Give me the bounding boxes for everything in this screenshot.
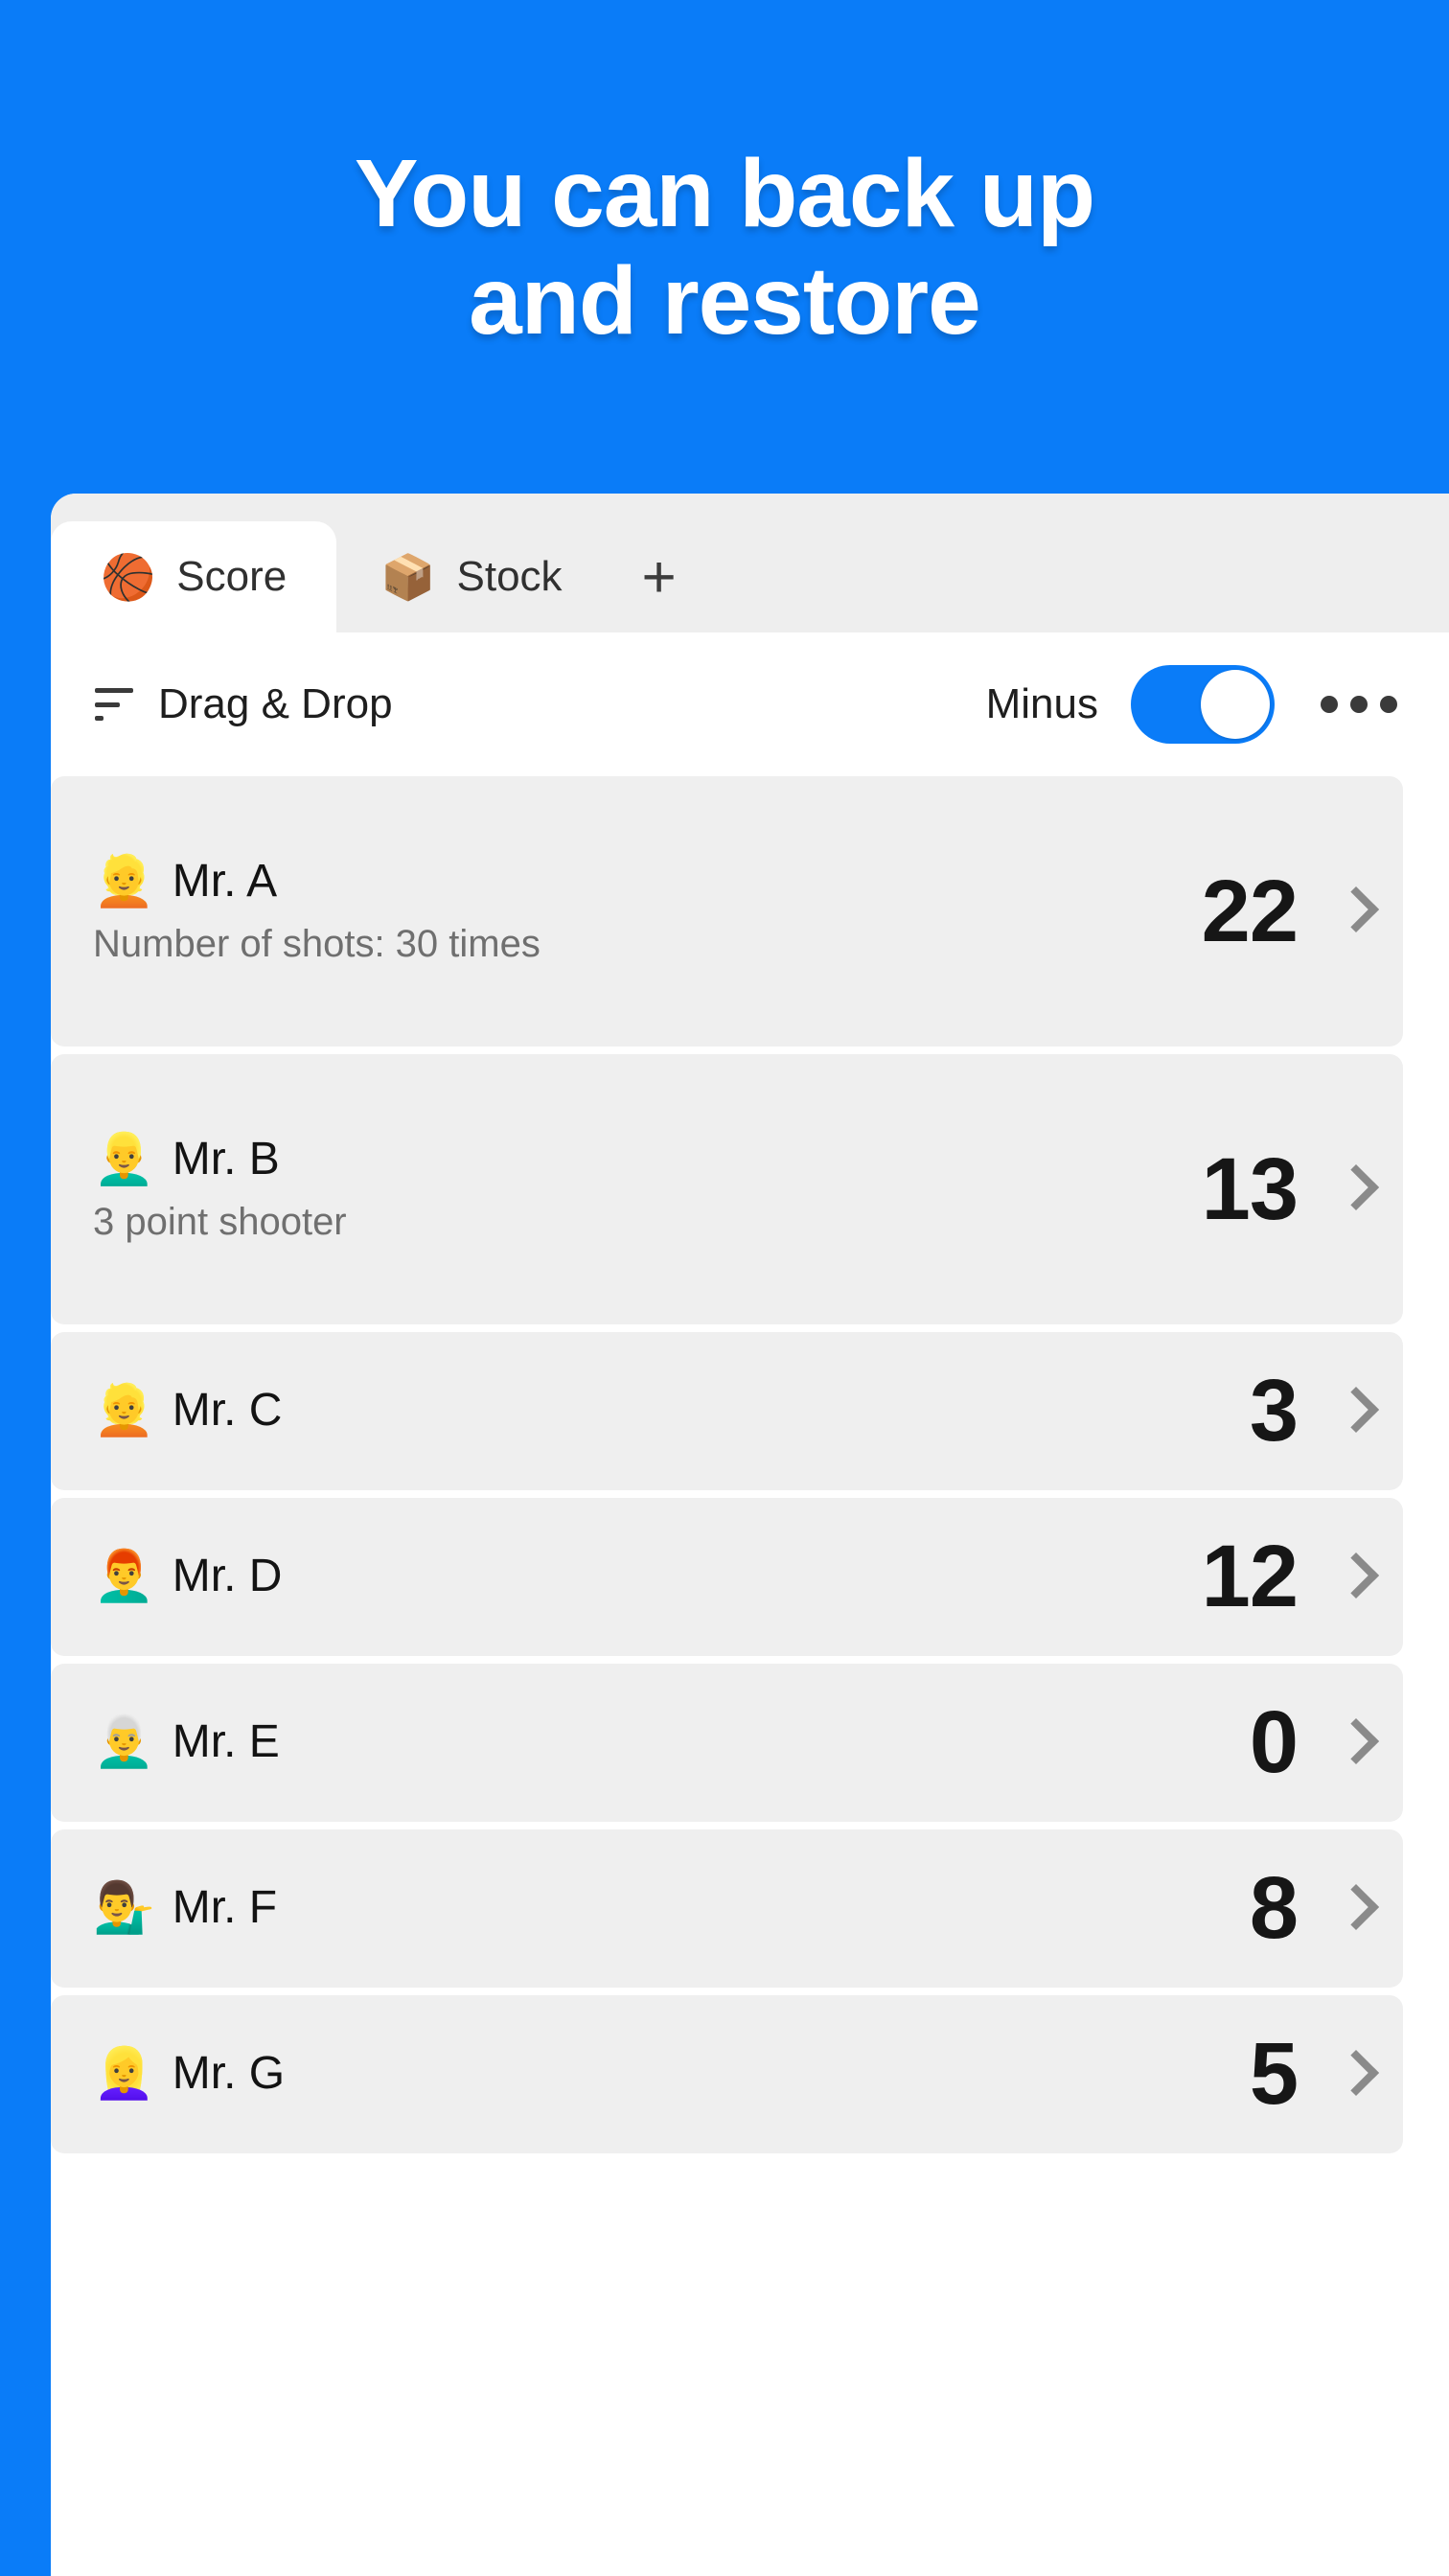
row-name: Mr. E xyxy=(172,1716,280,1768)
row-main: 👨‍🦰 Mr. D xyxy=(93,1527,1202,1627)
row-name: Mr. A xyxy=(172,856,278,908)
screenshot-root: You can back up and restore 🏀 Score 📦 St… xyxy=(0,0,1449,2576)
table-row[interactable]: 👨‍🦰 Mr. D 12 xyxy=(51,1498,1403,1656)
person-blond-hair-emoji: 👱 xyxy=(93,854,155,910)
package-emoji: 📦 xyxy=(380,552,436,602)
sort-icon[interactable] xyxy=(95,688,133,721)
row-score: 3 xyxy=(1249,1362,1299,1460)
man-tipping-hand-emoji: 💁‍♂️ xyxy=(93,1880,155,1937)
row-name: Mr. B xyxy=(172,1134,280,1185)
minus-toggle-knob xyxy=(1201,670,1270,739)
row-score: 8 xyxy=(1249,1859,1299,1957)
table-row[interactable]: 👨‍🦳 Mr. E 0 xyxy=(51,1664,1403,1822)
row-title: 👨‍🦳 Mr. E xyxy=(93,1714,1250,1771)
row-main: 👱 Mr. A Number of shots: 30 times xyxy=(93,832,1202,991)
add-tab-button[interactable]: + xyxy=(607,521,712,632)
row-title: 👱‍♂️ Mr. B xyxy=(93,1132,1202,1188)
chevron-right-icon[interactable] xyxy=(1338,1386,1367,1438)
row-main: 👱‍♂️ Mr. B 3 point shooter xyxy=(93,1110,1202,1269)
more-options-icon[interactable] xyxy=(1315,686,1403,723)
table-row[interactable]: 👱‍♂️ Mr. B 3 point shooter 13 xyxy=(51,1054,1403,1324)
row-score: 12 xyxy=(1201,1528,1299,1625)
row-title: 👱 Mr. C xyxy=(93,1383,1250,1439)
table-row[interactable]: 👱‍♀️ Mr. G 5 xyxy=(51,1995,1403,2153)
tab-strip: 🏀 Score 📦 Stock + xyxy=(51,494,1449,632)
minus-toggle[interactable] xyxy=(1131,665,1275,744)
basketball-emoji: 🏀 xyxy=(101,552,156,602)
row-subtitle: Number of shots: 30 times xyxy=(93,922,540,965)
row-name: Mr. D xyxy=(172,1551,283,1602)
list-toolbar: Drag & Drop Minus xyxy=(51,632,1449,776)
row-name: Mr. F xyxy=(172,1882,278,1934)
table-row[interactable]: 💁‍♂️ Mr. F 8 xyxy=(51,1829,1403,1988)
tab-score[interactable]: 🏀 Score xyxy=(51,521,337,632)
chevron-right-icon[interactable] xyxy=(1338,1717,1367,1769)
row-title: 👱 Mr. A xyxy=(93,854,1202,910)
minus-label: Minus xyxy=(985,680,1098,727)
table-row[interactable]: 👱 Mr. C 3 xyxy=(51,1332,1403,1490)
man-red-hair-emoji: 👨‍🦰 xyxy=(93,1549,155,1605)
chevron-right-icon[interactable] xyxy=(1338,1552,1367,1603)
row-score: 13 xyxy=(1201,1139,1299,1238)
tab-stock[interactable]: 📦 Stock xyxy=(336,521,606,632)
man-curly-blond-hair-emoji: 👱‍♂️ xyxy=(93,1132,155,1188)
row-score: 0 xyxy=(1249,1693,1299,1791)
app-window: 🏀 Score 📦 Stock + Drag & Drop Minus 👱 Mr… xyxy=(51,494,1449,2576)
table-row[interactable]: 👱 Mr. A Number of shots: 30 times 22 xyxy=(51,776,1403,1046)
woman-blond-hair-emoji: 👱‍♀️ xyxy=(93,2046,155,2103)
row-main: 💁‍♂️ Mr. F xyxy=(93,1858,1250,1959)
row-title: 👱‍♀️ Mr. G xyxy=(93,2046,1250,2103)
promo-headline: You can back up and restore xyxy=(354,139,1095,355)
person-blond-hair-emoji: 👱 xyxy=(93,1383,155,1439)
row-subtitle: 3 point shooter xyxy=(93,1200,347,1243)
man-white-hair-emoji: 👨‍🦳 xyxy=(93,1714,155,1771)
chevron-right-icon[interactable] xyxy=(1338,1163,1367,1215)
row-title: 💁‍♂️ Mr. F xyxy=(93,1880,1250,1937)
promo-banner: You can back up and restore xyxy=(0,0,1449,494)
row-title: 👨‍🦰 Mr. D xyxy=(93,1549,1202,1605)
row-name: Mr. G xyxy=(172,2048,286,2100)
chevron-right-icon[interactable] xyxy=(1338,886,1367,937)
score-list: 👱 Mr. A Number of shots: 30 times 22 👱‍♂… xyxy=(51,776,1449,2199)
toolbar-right-group: Minus xyxy=(986,665,1403,744)
row-main: 👨‍🦳 Mr. E xyxy=(93,1692,1250,1793)
tab-stock-label: Stock xyxy=(456,553,563,600)
row-score: 22 xyxy=(1201,862,1299,960)
chevron-right-icon[interactable] xyxy=(1338,1883,1367,1935)
row-name: Mr. C xyxy=(172,1385,283,1437)
row-main: 👱‍♀️ Mr. G xyxy=(93,2024,1250,2125)
row-main: 👱 Mr. C xyxy=(93,1361,1250,1461)
drag-drop-label[interactable]: Drag & Drop xyxy=(158,680,393,728)
row-score: 5 xyxy=(1249,2025,1299,2123)
chevron-right-icon[interactable] xyxy=(1338,2049,1367,2101)
tab-score-label: Score xyxy=(176,553,288,600)
